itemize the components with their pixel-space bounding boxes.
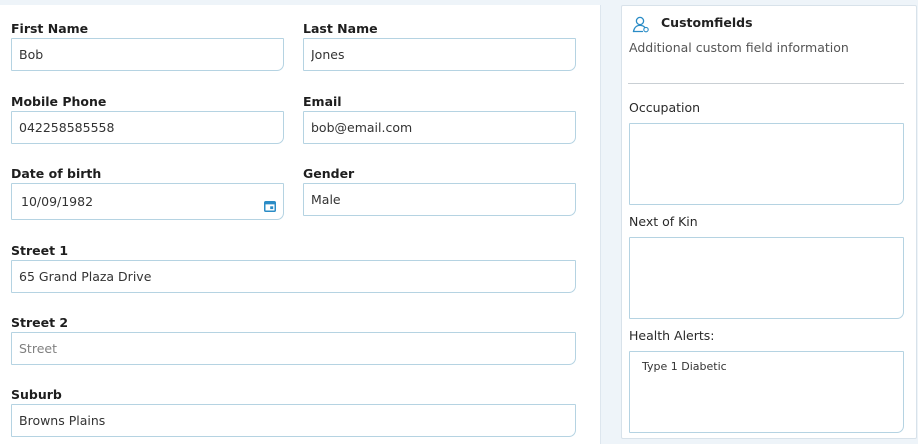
health-alerts-label: Health Alerts: [629,328,715,343]
mobile-phone-input[interactable] [11,111,284,144]
street1-label: Street 1 [11,243,69,258]
mobile-phone-label: Mobile Phone [11,94,107,109]
first-name-label: First Name [11,21,89,36]
street2-label: Street 2 [11,315,69,330]
client-details-form: First Name Last Name Mobile Phone Email … [0,5,601,444]
customfields-subtitle: Additional custom field information [629,40,849,55]
gender-label: Gender [303,166,355,181]
suburb-label: Suburb [11,387,62,402]
divider [628,83,904,84]
next-of-kin-textarea[interactable] [629,237,904,319]
calendar-icon[interactable] [264,200,276,212]
occupation-textarea[interactable] [629,123,904,205]
customfields-title: Customfields [661,15,753,30]
gender-input[interactable] [303,183,576,216]
first-name-input[interactable] [11,38,284,71]
suburb-input[interactable] [11,404,576,437]
last-name-input[interactable] [303,38,576,71]
customfields-panel: Customfields Additional custom field inf… [621,5,917,439]
next-of-kin-label: Next of Kin [629,214,698,229]
occupation-label: Occupation [629,100,701,115]
street2-input[interactable] [11,332,576,365]
date-of-birth-label: Date of birth [11,166,102,181]
email-input[interactable] [303,111,576,144]
street1-input[interactable] [11,260,576,293]
email-label: Email [303,94,342,109]
health-alerts-textarea[interactable]: Type 1 Diabetic [629,351,904,433]
last-name-label: Last Name [303,21,378,36]
date-of-birth-input[interactable] [11,183,284,220]
user-icon [632,16,649,33]
